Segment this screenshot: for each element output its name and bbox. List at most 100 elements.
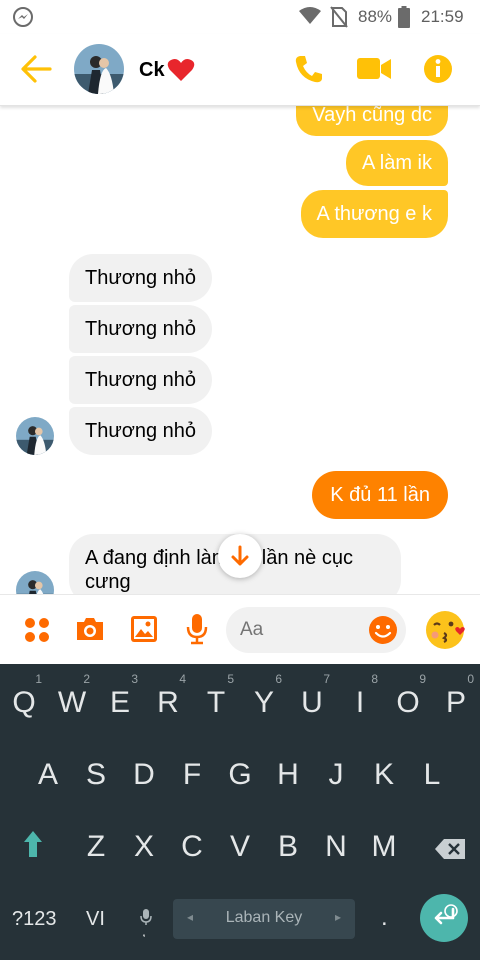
message-input[interactable] bbox=[240, 619, 360, 641]
key-c[interactable]: C bbox=[168, 830, 216, 864]
camera-icon[interactable] bbox=[75, 616, 105, 647]
apps-grid-icon[interactable] bbox=[24, 617, 50, 648]
key-label: K bbox=[373, 758, 394, 791]
phone-icon[interactable] bbox=[293, 54, 325, 89]
video-camera-icon[interactable] bbox=[356, 56, 392, 87]
key-number-hint: 9 bbox=[419, 672, 426, 686]
key-t[interactable]: T5 bbox=[192, 672, 240, 720]
key-h[interactable]: H bbox=[264, 758, 312, 792]
small-mic-icon: , bbox=[140, 909, 152, 939]
info-icon[interactable] bbox=[423, 54, 453, 89]
arrow-right-icon: ▸ bbox=[334, 910, 341, 924]
outgoing-message-highlight[interactable]: K đủ 11 lần bbox=[312, 471, 448, 519]
key-r[interactable]: R4 bbox=[144, 672, 192, 720]
key-label: N bbox=[325, 830, 347, 863]
outgoing-message[interactable]: A thương e k bbox=[300, 190, 448, 238]
key-label: S bbox=[85, 758, 106, 791]
key-label: B bbox=[277, 830, 298, 863]
key-p[interactable]: P0 bbox=[432, 672, 480, 720]
key-number-hint: 4 bbox=[179, 672, 186, 686]
key-j[interactable]: J bbox=[312, 758, 360, 792]
backspace-key[interactable] bbox=[430, 834, 470, 868]
composer-bar bbox=[0, 594, 480, 664]
key-label: C bbox=[181, 830, 203, 863]
incoming-message[interactable]: Thương nhỏ bbox=[69, 254, 213, 302]
key-q[interactable]: Q1 bbox=[0, 672, 48, 720]
key-b[interactable]: B bbox=[264, 830, 312, 864]
key-n[interactable]: N bbox=[312, 830, 360, 864]
message-input-box[interactable] bbox=[226, 607, 406, 653]
clock: 21:59 bbox=[421, 7, 464, 26]
period-key[interactable]: . bbox=[381, 904, 388, 932]
key-m[interactable]: M bbox=[360, 830, 408, 864]
key-label: J bbox=[328, 758, 344, 791]
key-label: Y bbox=[253, 686, 274, 719]
scroll-to-bottom-button[interactable] bbox=[218, 534, 262, 578]
key-number-hint: 5 bbox=[227, 672, 234, 686]
incoming-message[interactable]: Thương nhỏ bbox=[69, 305, 213, 353]
enter-icon bbox=[434, 904, 458, 925]
enter-key[interactable] bbox=[420, 894, 468, 942]
key-d[interactable]: D bbox=[120, 758, 168, 792]
key-s[interactable]: S bbox=[72, 758, 120, 792]
key-label: F bbox=[182, 758, 202, 791]
key-label: T bbox=[206, 686, 226, 719]
key-label: Q bbox=[12, 686, 36, 719]
space-bar[interactable]: ◂ Laban Key ▸ bbox=[173, 899, 355, 939]
key-number-hint: 0 bbox=[467, 672, 474, 686]
arrow-down-icon bbox=[231, 545, 249, 566]
kiss-emoji-icon[interactable] bbox=[425, 609, 467, 656]
key-label: R bbox=[157, 686, 179, 719]
key-w[interactable]: W2 bbox=[48, 672, 96, 720]
key-e[interactable]: E3 bbox=[96, 672, 144, 720]
key-f[interactable]: F bbox=[168, 758, 216, 792]
shift-key[interactable] bbox=[9, 830, 57, 866]
message-thread[interactable]: Vayh cũng dc A làm ik A thương e k Thươn… bbox=[0, 106, 480, 594]
key-label: L bbox=[423, 758, 441, 791]
key-z[interactable]: Z bbox=[72, 830, 120, 864]
key-v[interactable]: V bbox=[216, 830, 264, 864]
symbols-key[interactable]: ?123 bbox=[12, 908, 57, 931]
back-arrow-icon[interactable] bbox=[20, 54, 52, 89]
comma-mic-key[interactable]: , bbox=[139, 907, 153, 943]
key-a[interactable]: A bbox=[24, 758, 72, 792]
contact-name[interactable]: Ck bbox=[139, 59, 165, 82]
heart-icon bbox=[167, 58, 195, 87]
key-i[interactable]: I8 bbox=[336, 672, 384, 720]
language-key[interactable]: VI bbox=[86, 908, 105, 931]
key-number-hint: 8 bbox=[371, 672, 378, 686]
key-label: W bbox=[57, 686, 87, 719]
messenger-notification-icon bbox=[12, 6, 34, 33]
key-label: M bbox=[371, 830, 397, 863]
key-l[interactable]: L bbox=[408, 758, 456, 792]
gallery-icon[interactable] bbox=[130, 615, 158, 648]
no-sim-icon bbox=[330, 6, 348, 33]
key-o[interactable]: O9 bbox=[384, 672, 432, 720]
incoming-message[interactable]: Thương nhỏ bbox=[69, 407, 213, 455]
status-bar: 88% 21:59 bbox=[0, 0, 480, 34]
backspace-icon bbox=[435, 839, 465, 859]
key-k[interactable]: K bbox=[360, 758, 408, 792]
outgoing-message[interactable]: A làm ik bbox=[345, 140, 448, 186]
key-number-hint: 3 bbox=[131, 672, 138, 686]
key-y[interactable]: Y6 bbox=[240, 672, 288, 720]
sender-avatar[interactable] bbox=[16, 417, 54, 455]
key-number-hint: 7 bbox=[323, 672, 330, 686]
key-label: G bbox=[228, 758, 252, 791]
key-label: Z bbox=[86, 830, 106, 863]
key-label: H bbox=[277, 758, 299, 791]
key-label: D bbox=[133, 758, 155, 791]
incoming-message[interactable]: Thương nhỏ bbox=[69, 356, 213, 404]
key-number-hint: 1 bbox=[35, 672, 42, 686]
contact-avatar[interactable] bbox=[74, 44, 124, 94]
outgoing-message[interactable]: Vayh cũng dc bbox=[296, 106, 448, 136]
key-label: V bbox=[229, 830, 250, 863]
microphone-icon[interactable] bbox=[186, 613, 208, 650]
emoji-smile-icon[interactable] bbox=[368, 615, 398, 650]
key-label: P bbox=[445, 686, 466, 719]
key-label: E bbox=[109, 686, 130, 719]
sender-avatar[interactable] bbox=[16, 571, 54, 594]
key-g[interactable]: G bbox=[216, 758, 264, 792]
key-x[interactable]: X bbox=[120, 830, 168, 864]
key-u[interactable]: U7 bbox=[288, 672, 336, 720]
